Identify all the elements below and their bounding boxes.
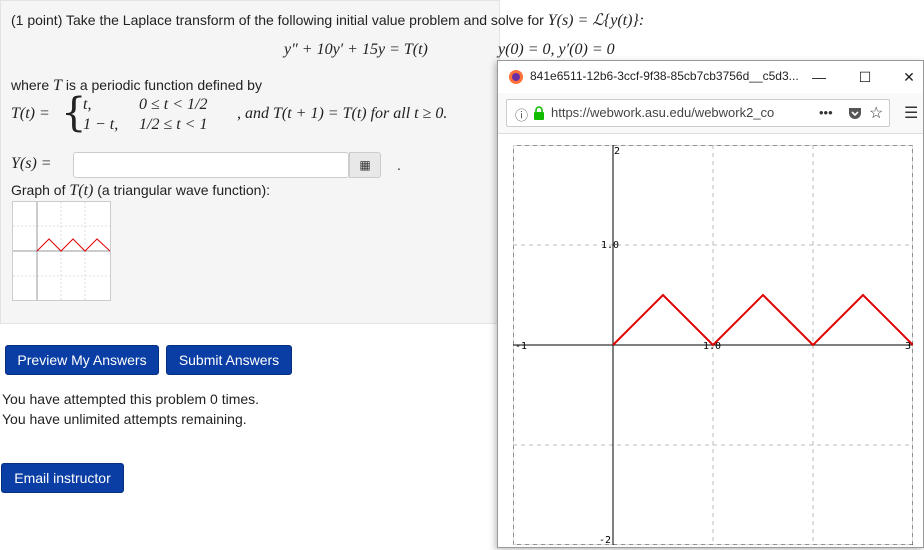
graph-caption-post: (a triangular wave function):: [97, 182, 271, 198]
graph-thumbnail[interactable]: [12, 201, 111, 301]
minimize-button[interactable]: —: [802, 67, 836, 87]
ys-label: Y(s) =: [11, 155, 52, 172]
periodic-condition: , and T(t + 1) = T(t) for all t ≥ 0.: [237, 105, 448, 122]
tick-label-y-top: 2: [614, 146, 620, 157]
answer-input[interactable]: [73, 152, 349, 178]
initial-conditions: y(0) = 0, y′(0) = 0: [498, 41, 615, 58]
graph-caption-pre: Graph of: [11, 182, 66, 198]
answer-period: .: [397, 157, 401, 173]
maximize-button[interactable]: ☐: [848, 67, 882, 87]
popup-titlebar[interactable]: 841e6511-12b6-3ccf-9f38-85cb7cb3756d__c5…: [498, 61, 923, 93]
where-rest: is a periodic function defined by: [65, 77, 262, 93]
ode-equation: y″ + 10y′ + 15y = T(t): [284, 41, 428, 58]
url-field[interactable]: ⓘ https://webwork.asu.edu/webwork2_co ••…: [506, 99, 890, 127]
ys-def: Y(s) = ℒ{y(t)}:: [547, 12, 645, 29]
graph-popup-window[interactable]: 841e6511-12b6-3ccf-9f38-85cb7cb3756d__c5…: [497, 60, 924, 548]
popup-title: 841e6511-12b6-3ccf-9f38-85cb7cb3756d__c5…: [530, 69, 799, 83]
T-lhs: T(t) =: [11, 105, 50, 122]
preview-answers-button[interactable]: Preview My Answers: [5, 345, 159, 375]
where-label: where: [11, 77, 50, 93]
problem-intro-text: (1 point) Take the Laplace transform of …: [11, 12, 544, 28]
triangular-wave-plot: -1 1.0 3 2 1.0 -2: [512, 144, 914, 546]
url-text: https://webwork.asu.edu/webwork2_co: [551, 105, 775, 120]
info-icon[interactable]: ⓘ: [515, 105, 528, 124]
keyboard-icon: ▦: [359, 158, 371, 172]
problem-panel: (1 point) Take the Laplace transform of …: [0, 0, 644, 324]
page-actions-icon[interactable]: •••: [819, 105, 833, 120]
bookmark-star-icon[interactable]: ☆: [869, 103, 883, 123]
where-line: where T is a periodic function defined b…: [11, 77, 262, 95]
case1-cond: 0 ≤ t < 1/2: [139, 96, 208, 113]
lock-icon: [534, 106, 544, 120]
tick-label-x-left: -1: [515, 341, 527, 352]
popup-urlbar: ⓘ https://webwork.asu.edu/webwork2_co ••…: [498, 93, 923, 134]
firefox-icon: [509, 70, 523, 84]
graph-caption: Graph of T(t) (a triangular wave functio…: [11, 182, 270, 200]
pocket-icon[interactable]: [847, 105, 863, 121]
remaining-text: You have unlimited attempts remaining.: [2, 411, 247, 427]
graph-plot-area: -1 1.0 3 2 1.0 -2: [512, 144, 914, 546]
case2-expr: 1 − t,: [83, 116, 119, 133]
case1-expr: t,: [83, 96, 92, 113]
tick-label-y-mid: 1.0: [601, 240, 619, 251]
attempts-text: You have attempted this problem 0 times.: [2, 391, 260, 407]
email-instructor-button[interactable]: Email instructor: [1, 463, 124, 493]
equation-editor-button[interactable]: ▦: [349, 152, 381, 178]
hamburger-menu-icon[interactable]: ☰: [904, 103, 918, 123]
case2-cond: 1/2 ≤ t < 1: [139, 116, 208, 133]
submit-answers-button[interactable]: Submit Answers: [166, 345, 292, 375]
problem-intro: (1 point) Take the Laplace transform of …: [11, 10, 644, 30]
close-button[interactable]: ✕: [892, 67, 924, 87]
graph-caption-T: T(t): [69, 182, 94, 199]
thumbnail-plot: [13, 202, 111, 300]
tick-label-y-bottom: -2: [599, 535, 611, 545]
